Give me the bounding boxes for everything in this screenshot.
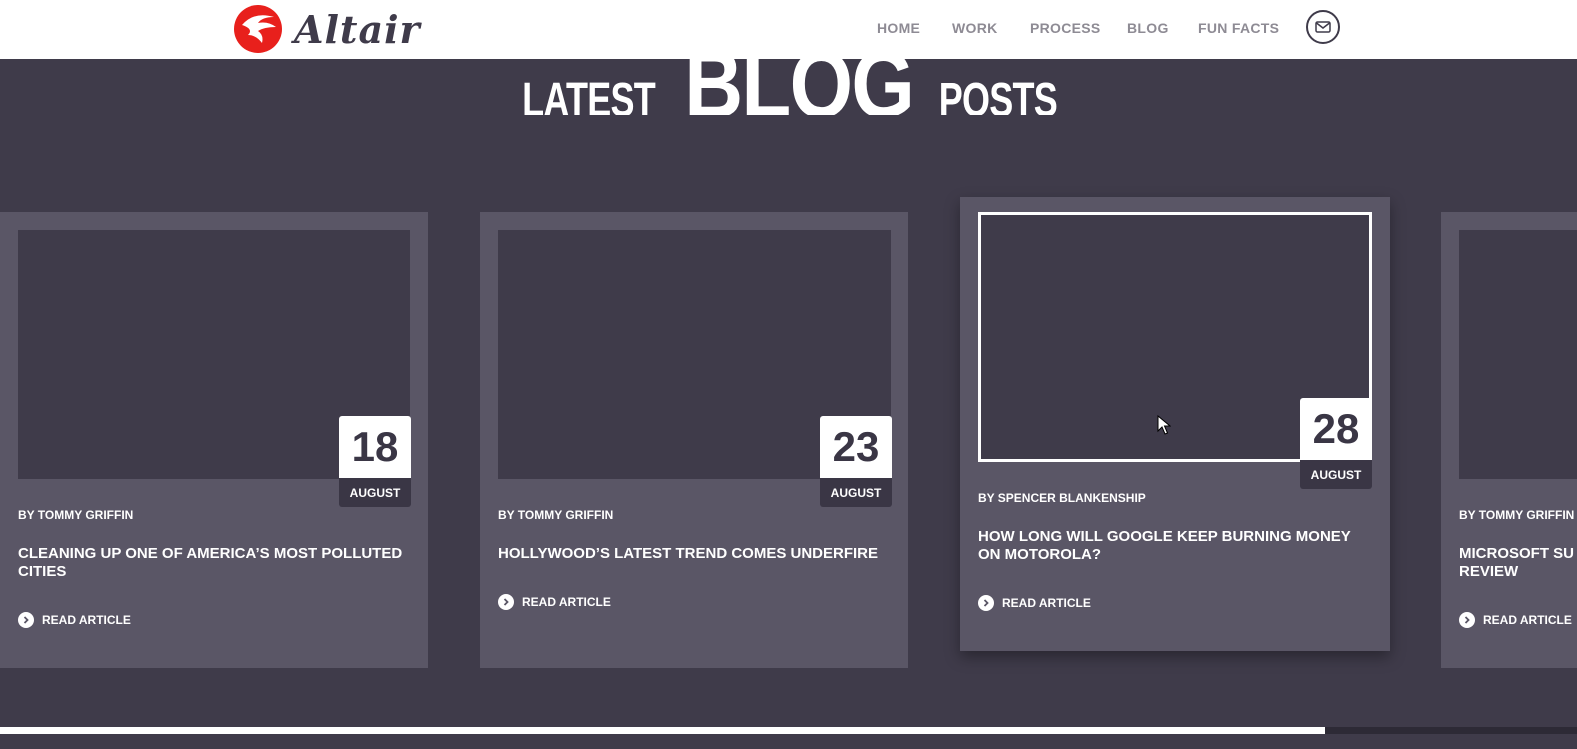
read-article-link[interactable]: READ ARTICLE <box>498 594 611 610</box>
read-article-label: READ ARTICLE <box>42 613 131 627</box>
top-navbar: Altair HOME WORK PROCESS BLOG FUN FACTS <box>0 0 1577 59</box>
post-author: BY SPENCER BLANKENSHIP <box>978 491 1146 505</box>
heading-blog: BLOG <box>683 55 915 115</box>
chevron-right-icon <box>18 612 34 628</box>
eagle-logo-icon <box>234 5 282 53</box>
read-article-label: READ ARTICLE <box>1002 596 1091 610</box>
post-title[interactable]: CLEANING UP ONE OF AMERICA’S MOST POLLUT… <box>18 545 418 581</box>
nav-item-fun-facts[interactable]: FUN FACTS <box>1198 20 1279 36</box>
post-title-line-2: REVIEW <box>1459 563 1519 580</box>
post-author: BY TOMMY GRIFFIN <box>18 508 134 522</box>
heading-posts: POSTS <box>938 74 1058 115</box>
chevron-right-icon <box>978 595 994 611</box>
date-day: 28 <box>1300 398 1372 460</box>
date-badge: 23 AUGUST <box>820 416 892 507</box>
read-article-label: READ ARTICLE <box>1483 613 1572 627</box>
post-author: BY TOMMY GRIFFIN <box>1459 508 1575 522</box>
date-month: AUGUST <box>1300 460 1372 489</box>
section-heading: LATEST BLOG POSTS <box>0 55 1577 115</box>
nav-item-work[interactable]: WORK <box>952 20 998 36</box>
date-day: 18 <box>339 416 411 478</box>
carousel-progress-fill <box>0 727 1325 734</box>
date-month: AUGUST <box>339 478 411 507</box>
date-month: AUGUST <box>820 478 892 507</box>
read-article-link[interactable]: READ ARTICLE <box>978 595 1091 611</box>
post-title[interactable]: HOW LONG WILL GOOGLE KEEP BURNING MONEY … <box>978 528 1373 564</box>
read-article-label: READ ARTICLE <box>522 595 611 609</box>
read-article-link[interactable]: READ ARTICLE <box>1459 612 1572 628</box>
date-day: 23 <box>820 416 892 478</box>
brand-name: Altair <box>294 6 421 52</box>
nav-item-home[interactable]: HOME <box>877 20 920 36</box>
heading-latest: LATEST <box>522 74 657 115</box>
brand-logo[interactable]: Altair <box>232 3 421 55</box>
chevron-right-icon <box>498 594 514 610</box>
post-title[interactable]: MICROSOFT SU REVIEW <box>1459 545 1577 581</box>
read-article-link[interactable]: READ ARTICLE <box>18 612 131 628</box>
post-author: BY TOMMY GRIFFIN <box>498 508 614 522</box>
carousel-progress-bar[interactable] <box>0 727 1577 734</box>
nav-item-blog[interactable]: BLOG <box>1127 20 1169 36</box>
blog-card[interactable]: 18 AUGUST BY TOMMY GRIFFIN CLEANING UP O… <box>0 212 428 668</box>
contact-button[interactable] <box>1306 10 1340 44</box>
blog-card[interactable]: 23 AUGUST BY TOMMY GRIFFIN HOLLYWOOD’S L… <box>480 212 908 668</box>
post-image[interactable] <box>1459 230 1577 479</box>
nav-item-process[interactable]: PROCESS <box>1030 20 1101 36</box>
post-title-line-1: MICROSOFT SU <box>1459 545 1574 562</box>
date-badge: 28 AUGUST <box>1300 398 1372 489</box>
mouse-cursor-icon <box>1157 415 1171 435</box>
blog-card[interactable]: BY TOMMY GRIFFIN MICROSOFT SU REVIEW REA… <box>1441 212 1577 668</box>
envelope-icon <box>1315 21 1331 33</box>
blog-card-active[interactable]: 28 AUGUST BY SPENCER BLANKENSHIP HOW LON… <box>960 197 1390 651</box>
chevron-right-icon <box>1459 612 1475 628</box>
date-badge: 18 AUGUST <box>339 416 411 507</box>
post-title[interactable]: HOLLYWOOD’S LATEST TREND COMES UNDERFIRE <box>498 545 898 563</box>
